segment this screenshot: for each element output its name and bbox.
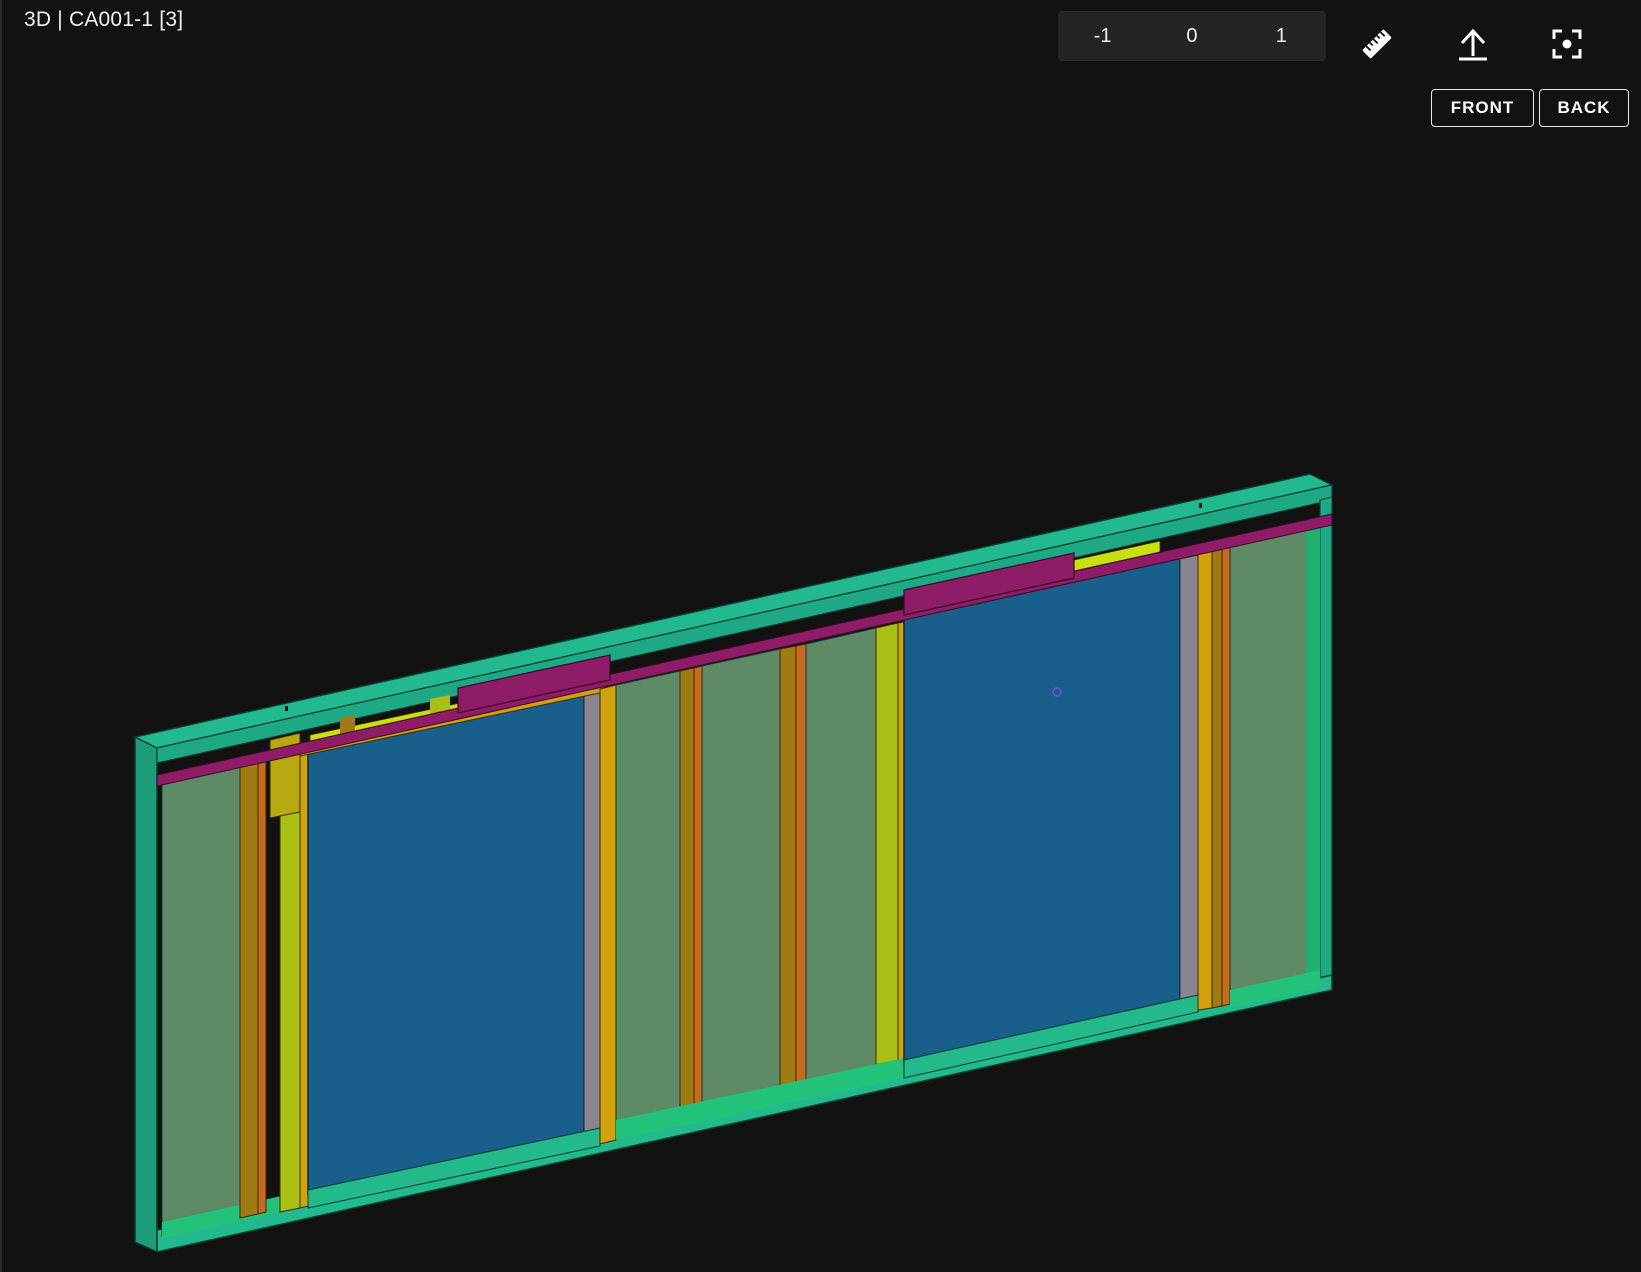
front-view-button[interactable]: FRONT	[1431, 89, 1534, 127]
top-marker-2	[1199, 503, 1202, 508]
stud-4a	[875, 622, 899, 1081]
window-jamb-1	[583, 688, 601, 1145]
level-option-minus-1[interactable]: -1	[1063, 25, 1143, 48]
level-selector[interactable]: -1 0 1	[1058, 11, 1326, 61]
bay-side-5	[1306, 525, 1320, 987]
stud-5a	[1197, 548, 1213, 1011]
bay-panel-3	[701, 648, 781, 1119]
focus-icon[interactable]	[1545, 22, 1589, 66]
stud-3b	[795, 643, 807, 1099]
wall-left-face	[134, 735, 158, 1254]
bay-panel-5	[1229, 526, 1311, 1005]
stud-1b	[257, 755, 267, 1215]
stud-1c	[279, 747, 301, 1213]
stud-2b	[693, 665, 703, 1121]
stud-5b	[1211, 546, 1223, 1009]
upload-icon[interactable]	[1451, 22, 1495, 66]
stud-5c	[1221, 544, 1231, 1007]
level-option-0[interactable]: 0	[1152, 25, 1232, 48]
ruler-icon[interactable]	[1355, 22, 1399, 66]
wall-right-post	[1319, 496, 1333, 989]
level-option-1[interactable]: 1	[1241, 25, 1321, 48]
bay-panel-2	[615, 670, 681, 1137]
stud-2a	[679, 667, 695, 1123]
mid-stud-a	[599, 684, 617, 1145]
stud-1d	[299, 745, 309, 1209]
back-view-button[interactable]: BACK	[1539, 89, 1629, 127]
bay-panel-4	[805, 627, 877, 1097]
stud-3a	[779, 645, 797, 1101]
stud-4b	[897, 621, 905, 1077]
page-title: 3D | CA001-1 [3]	[24, 8, 184, 31]
stud-1a	[239, 757, 259, 1219]
top-marker-1	[285, 706, 288, 711]
bay-panel-1	[161, 761, 241, 1237]
window-glass-1	[307, 692, 585, 1195]
window-glass-2	[903, 555, 1181, 1067]
3d-viewport[interactable]	[0, 0, 1641, 1272]
window-jamb-2	[1179, 551, 1199, 1015]
